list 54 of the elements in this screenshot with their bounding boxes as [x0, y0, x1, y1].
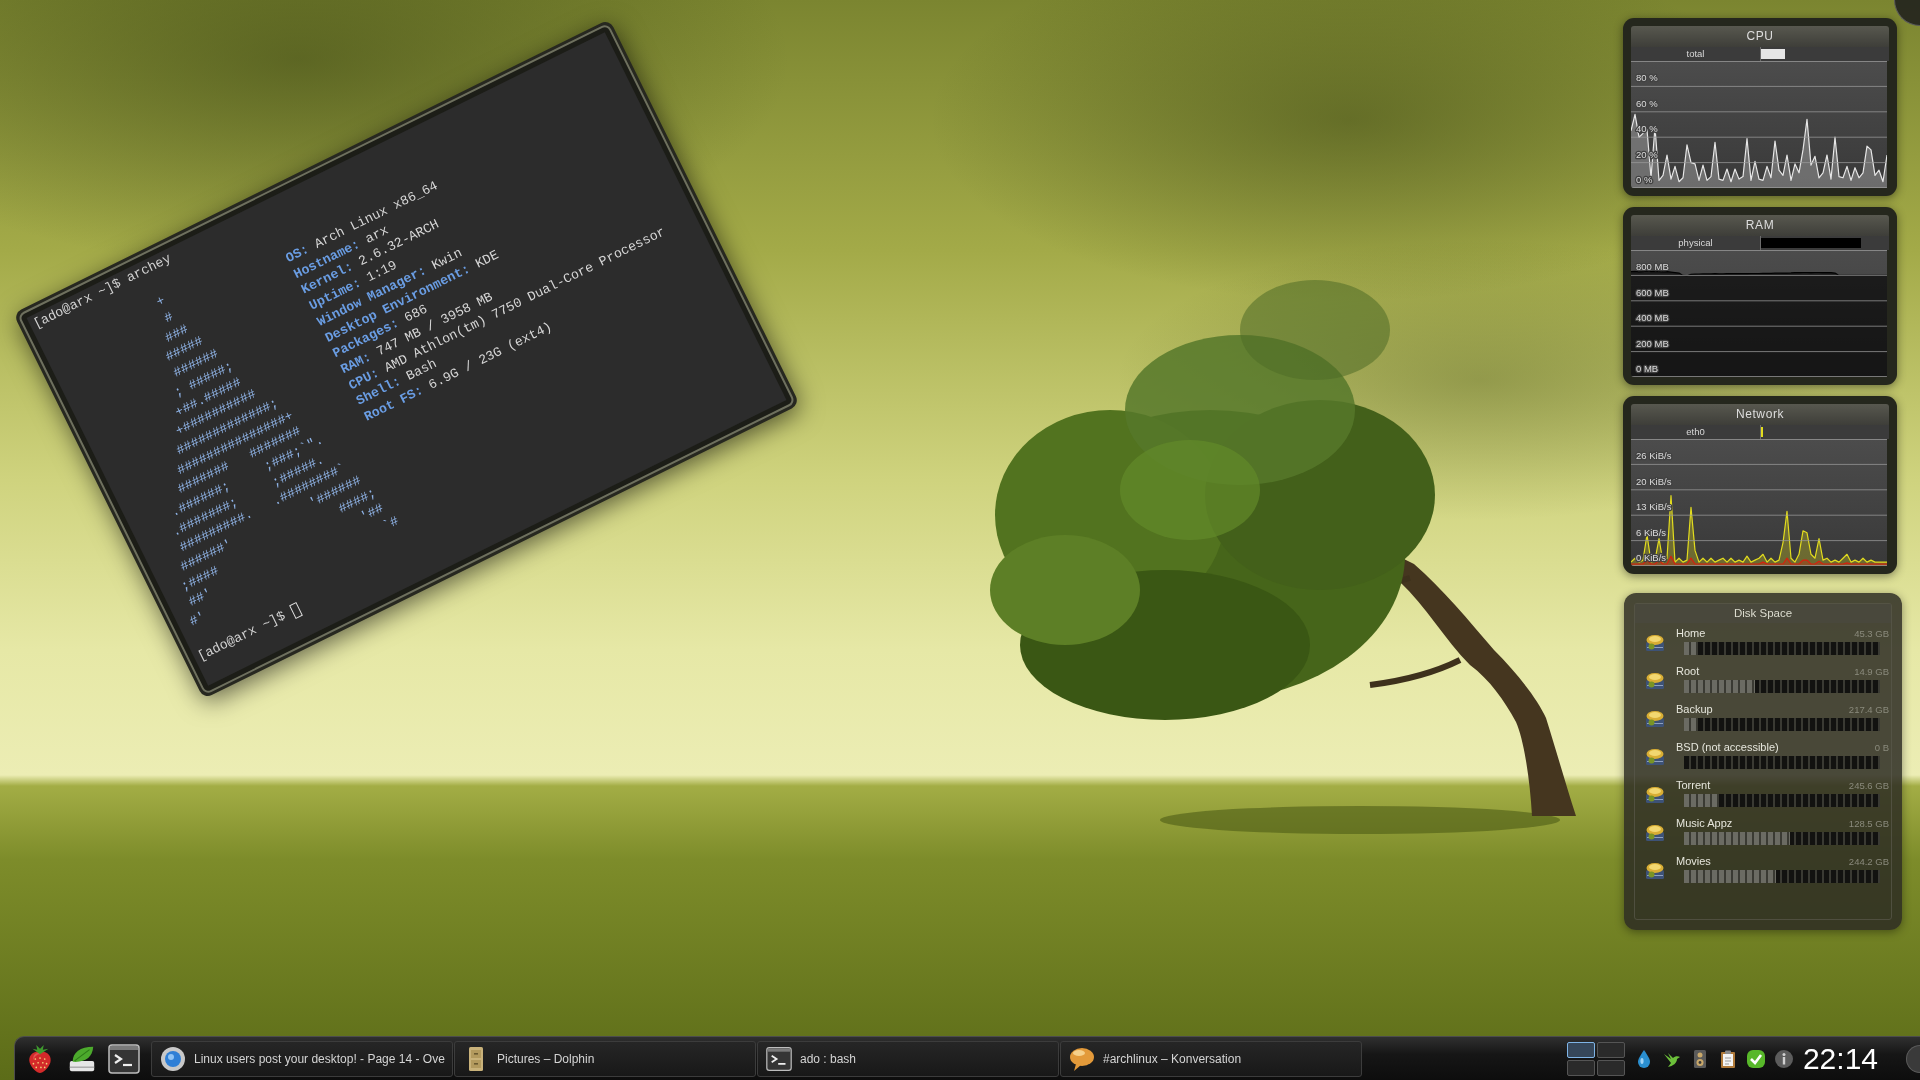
widget-title: Network [1631, 404, 1889, 425]
y-tick-label: 0 % [1636, 174, 1653, 185]
hard-drive-icon [1645, 822, 1665, 842]
disk-name: Movies [1676, 854, 1711, 868]
disk-size: 244.2 GB [1848, 855, 1889, 868]
y-tick-label: 200 MB [1636, 337, 1669, 349]
terminal-icon [766, 1045, 792, 1072]
source-label: eth0 [1685, 425, 1706, 439]
desktop-toolbox-button[interactable] [1894, 0, 1920, 26]
disk-size: 128.5 GB [1848, 817, 1889, 830]
panel-toolbox-button[interactable] [1906, 1044, 1920, 1073]
disk-size: 0 B [1874, 741, 1889, 754]
orb-icon [160, 1045, 186, 1072]
hard-drive-icon [1645, 746, 1665, 766]
hard-drive-icon [1645, 632, 1665, 652]
hard-drive-icon [1645, 670, 1665, 690]
y-tick-label: 600 MB [1636, 286, 1669, 298]
disk-size: 14.9 GB [1854, 665, 1889, 678]
y-tick-label: 800 MB [1636, 261, 1669, 273]
disk-name: Root [1676, 664, 1700, 678]
y-tick-label: 6 KiB/s [1636, 526, 1667, 538]
disk-name: BSD (not accessible) [1676, 740, 1779, 754]
hard-drive-icon [1645, 860, 1665, 880]
disk-size: 217.4 GB [1848, 703, 1889, 716]
widget-title: RAM [1631, 215, 1889, 236]
hard-drive-icon [1645, 784, 1665, 804]
disk-size: 245.6 GB [1848, 779, 1889, 792]
task-button[interactable]: #archlinux – Konversation [1060, 1040, 1362, 1077]
y-tick-label: 400 MB [1636, 312, 1669, 324]
source-label: physical [1677, 236, 1714, 250]
checkmark-icon[interactable] [1745, 1048, 1766, 1069]
y-tick-label: 20 KiB/s [1636, 475, 1672, 487]
y-tick-label: 80 % [1636, 72, 1658, 84]
speech-bubble-icon [1069, 1045, 1095, 1072]
terminal-icon[interactable] [108, 1043, 140, 1074]
disk-name: Home [1676, 626, 1706, 640]
y-tick-label: 0 MB [1636, 363, 1659, 374]
task-button[interactable]: ado : bash [757, 1040, 1059, 1077]
disk-size: 45.3 GB [1854, 627, 1889, 640]
y-tick-label: 0 KiB/s [1636, 552, 1667, 563]
clock[interactable]: 22:14 [1802, 1043, 1878, 1074]
hard-drive-icon [1645, 708, 1665, 728]
virtual-desktop-button[interactable] [1566, 1041, 1595, 1058]
disk-name: Torrent [1676, 778, 1711, 792]
task-button[interactable]: Linux users post your desktop! - Page 14 - Ove [151, 1040, 453, 1077]
widget-title: Disk Space [1635, 604, 1891, 623]
y-tick-label: 26 KiB/s [1636, 450, 1672, 462]
source-label: total [1685, 47, 1706, 61]
widget-title: CPU [1631, 26, 1889, 47]
disk-name: Music Appz [1676, 816, 1733, 830]
info-icon[interactable] [1773, 1048, 1794, 1069]
disk-name: Backup [1676, 702, 1713, 716]
y-tick-label: 60 % [1636, 97, 1658, 109]
task-button[interactable]: Pictures – Dolphin [454, 1040, 756, 1077]
